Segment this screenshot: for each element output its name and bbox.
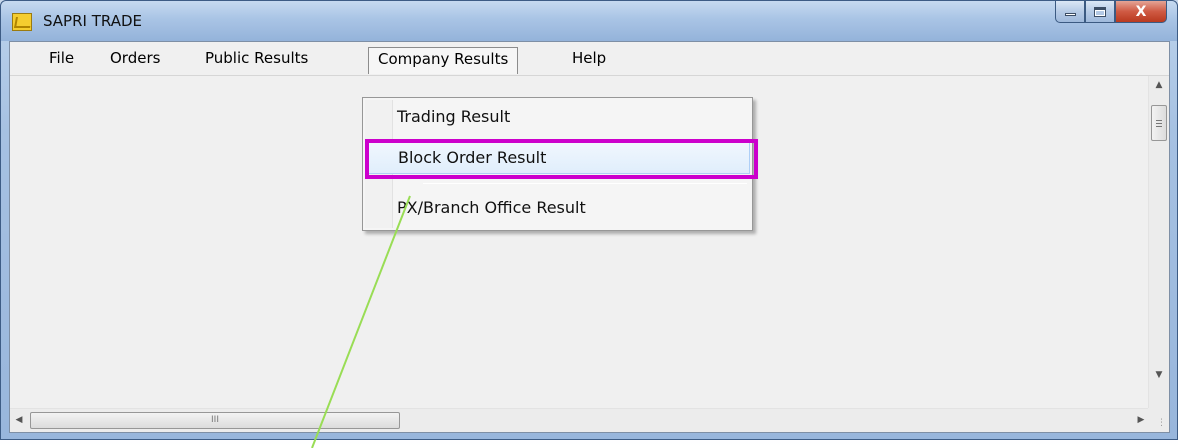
horizontal-scroll-thumb[interactable]: III (30, 412, 400, 429)
close-icon: X (1135, 3, 1147, 20)
menu-company-results[interactable]: Company Results (368, 47, 519, 74)
menu-item-px-branch-office-result[interactable]: PX/Branch Office Result (365, 191, 750, 225)
close-button[interactable]: X (1115, 1, 1167, 23)
minimize-button[interactable] (1055, 1, 1085, 23)
scroll-left-arrow-icon[interactable]: ◀ (10, 409, 28, 431)
scroll-thumb-grip: III (211, 415, 219, 425)
menu-help[interactable]: Help (563, 47, 615, 72)
scroll-up-arrow-icon[interactable]: ▲ (1149, 76, 1169, 94)
maximize-icon (1094, 6, 1106, 17)
menu-item-block-order-result[interactable]: Block Order Result (365, 140, 750, 174)
menu-file[interactable]: File (40, 47, 83, 72)
menu-separator (423, 183, 747, 184)
minimize-icon (1064, 13, 1076, 16)
maximize-button[interactable] (1085, 1, 1115, 23)
title-bar[interactable]: SAPRI TRADE X (1, 1, 1177, 41)
caption-buttons: X (1055, 1, 1167, 23)
app-icon[interactable] (12, 13, 32, 31)
vertical-scrollbar[interactable]: ▲ ▼ (1148, 76, 1169, 410)
window-title: SAPRI TRADE (43, 12, 142, 30)
menu-bar: File Orders Public Results Company Resul… (10, 42, 1169, 76)
menu-orders[interactable]: Orders (101, 47, 169, 72)
scroll-down-arrow-icon[interactable]: ▼ (1149, 366, 1169, 384)
menu-item-trading-result[interactable]: Trading Result (365, 100, 750, 134)
vertical-scroll-thumb[interactable] (1151, 105, 1167, 141)
size-grip-icon[interactable]: ⋮ (1148, 408, 1169, 432)
company-results-dropdown: Trading Result Block Order Result PX/Bra… (362, 97, 753, 231)
menu-public-results[interactable]: Public Results (196, 47, 317, 72)
horizontal-scrollbar[interactable]: ◀ III ▶ (10, 408, 1150, 432)
